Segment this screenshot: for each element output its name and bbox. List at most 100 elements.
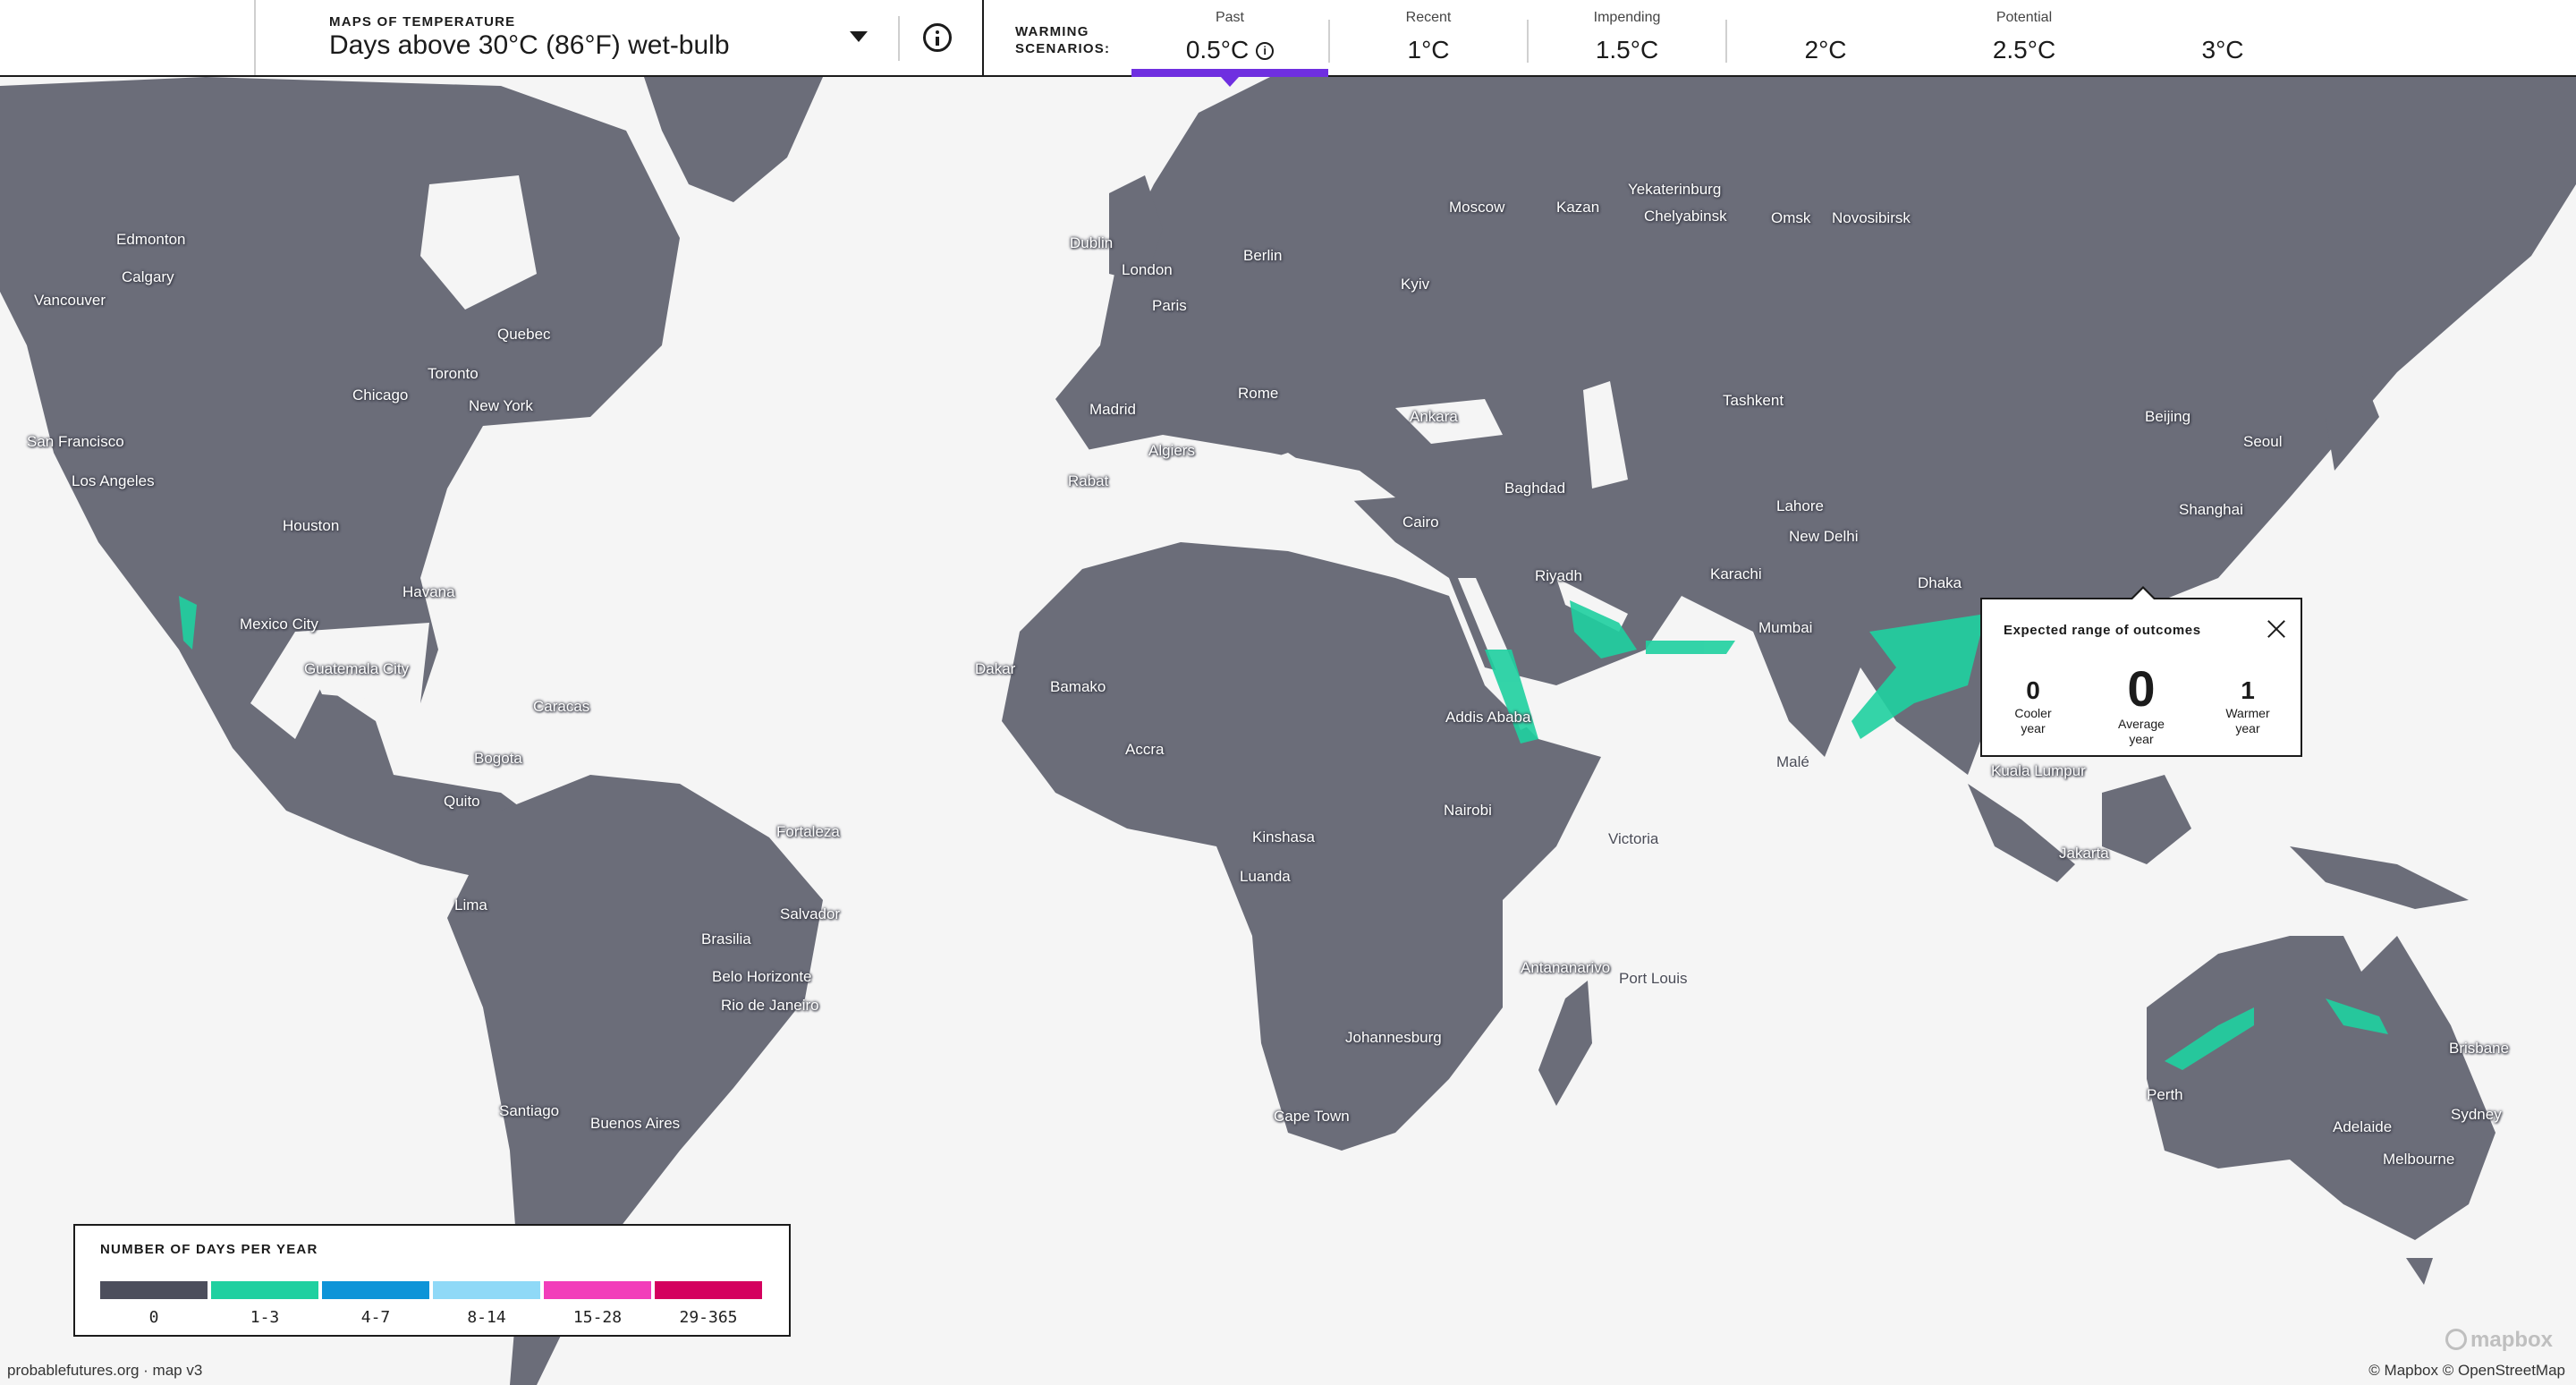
average-label-year: year xyxy=(2129,732,2154,746)
city-label: Kazan xyxy=(1556,199,1600,216)
city-label: Fortaleza xyxy=(776,823,840,840)
top-bar: MAPS OF TEMPERATURE Days above 30°C (86°… xyxy=(0,0,2576,87)
popup-title: Expected range of outcomes xyxy=(2004,623,2201,638)
warming-label-line1: WARMING xyxy=(1015,24,1089,39)
city-label: Quito xyxy=(444,793,480,810)
header-spacer xyxy=(0,0,256,75)
city-label: Los Angeles xyxy=(72,472,155,489)
legend-label: 29-365 xyxy=(679,1308,738,1327)
city-label: Luanda xyxy=(1240,868,1291,885)
land-new-guinea xyxy=(2290,846,2469,909)
city-label: Rabat xyxy=(1068,472,1109,489)
mapbox-logo[interactable]: mapbox xyxy=(2445,1328,2553,1353)
header-separator xyxy=(982,0,984,75)
legend-swatch xyxy=(655,1281,762,1299)
legend-swatch xyxy=(544,1281,651,1299)
city-label: Houston xyxy=(283,517,340,534)
scenario-tab-2-5[interactable]: Potential 2.5°C xyxy=(1926,0,2123,75)
mapbox-icon xyxy=(2445,1329,2467,1350)
scenario-value: 1.5°C xyxy=(1595,36,1659,64)
scenario-tab-3[interactable]: 3°C xyxy=(2124,0,2321,75)
legend-swatch xyxy=(100,1281,208,1299)
warming-label-line2: SCENARIOS: xyxy=(1015,41,1111,56)
city-label: Nairobi xyxy=(1444,802,1492,819)
city-label: Port Louis xyxy=(1619,970,1688,987)
band-pakistan-coast xyxy=(1646,641,1735,654)
city-label: Edmonton xyxy=(116,231,186,248)
city-label: London xyxy=(1122,261,1173,278)
city-label: Cairo xyxy=(1402,514,1439,531)
warmer-label: Warmer xyxy=(2225,706,2270,720)
map-title: Days above 30°C (86°F) wet-bulb xyxy=(329,30,730,60)
city-label: Lima xyxy=(454,896,487,913)
city-label: Belo Horizonte xyxy=(712,968,812,985)
city-label: Yekaterinburg xyxy=(1628,181,1722,198)
chevron-down-icon[interactable] xyxy=(850,31,868,42)
map-attribution[interactable]: © Mapbox © OpenStreetMap xyxy=(2368,1362,2565,1380)
average-value: 0 xyxy=(2127,660,2156,717)
city-label: Riyadh xyxy=(1535,567,1582,584)
scenario-tab-1[interactable]: Recent 1°C xyxy=(1330,0,1527,75)
city-label: Havana xyxy=(402,583,455,600)
city-label: Shanghai xyxy=(2179,501,2243,518)
mapbox-logo-text: mapbox xyxy=(2470,1328,2554,1352)
city-label: Novosibirsk xyxy=(1832,209,1911,226)
cooler-label: Cooler xyxy=(2014,706,2052,720)
land-sumatra xyxy=(1968,784,2075,882)
city-label: Moscow xyxy=(1449,199,1505,216)
map-category-label: MAPS OF TEMPERATURE xyxy=(329,14,516,30)
scenario-value: 1°C xyxy=(1407,36,1450,64)
city-label: Paris xyxy=(1152,297,1187,314)
city-label: Rome xyxy=(1238,385,1279,402)
map-selector-dropdown[interactable]: MAPS OF TEMPERATURE Days above 30°C (86°… xyxy=(256,0,900,75)
info-icon[interactable]: i xyxy=(1256,42,1275,60)
city-label: Tashkent xyxy=(1723,392,1784,409)
city-label: Melbourne xyxy=(2383,1151,2455,1168)
city-label: Guatemala City xyxy=(304,660,410,677)
city-label: Dakar xyxy=(975,660,1016,677)
city-label: Buenos Aires xyxy=(590,1115,681,1132)
scenario-tab-2[interactable]: 2°C xyxy=(1727,0,1924,75)
warmer-value: 1 xyxy=(2241,676,2255,704)
scenario-category: Past xyxy=(1215,10,1244,25)
city-label: Kinshasa xyxy=(1252,828,1315,845)
land-australia xyxy=(2147,936,2496,1240)
scenario-tab-0-5[interactable]: Past 0.5°C i xyxy=(1131,0,1328,87)
city-label: Cape Town xyxy=(1274,1108,1350,1125)
outcome-range-popup: Expected range of outcomes 0 Cooler year… xyxy=(1980,586,2302,757)
legend-label: 15-28 xyxy=(572,1308,623,1327)
info-icon[interactable] xyxy=(923,23,952,52)
legend-label: 4-7 xyxy=(360,1308,391,1327)
close-icon[interactable] xyxy=(2265,617,2288,641)
scenario-value: 2.5°C xyxy=(1992,36,2056,64)
city-label: San Francisco xyxy=(27,433,124,450)
legend-swatch xyxy=(322,1281,429,1299)
city-label: Madrid xyxy=(1089,401,1136,418)
city-label: Johannesburg xyxy=(1345,1029,1442,1046)
legend-label: 8-14 xyxy=(467,1308,506,1327)
land-tasmania xyxy=(2406,1258,2433,1285)
legend-title: NUMBER OF DAYS PER YEAR xyxy=(100,1242,318,1257)
city-label: Adelaide xyxy=(2333,1118,2393,1135)
city-label: Dhaka xyxy=(1918,574,1962,591)
legend-label: 0 xyxy=(148,1308,159,1327)
scenario-tab-1-5[interactable]: Impending 1.5°C xyxy=(1529,0,1725,75)
scenario-category: Potential xyxy=(1996,10,2053,25)
land-greenland xyxy=(644,77,823,202)
city-label: Quebec xyxy=(497,326,551,343)
city-label: Caracas xyxy=(533,698,590,715)
city-label: Addis Ababa xyxy=(1445,709,1531,726)
land-madagascar xyxy=(1538,981,1592,1106)
scenario-value: 3°C xyxy=(2201,36,2244,64)
city-label: Seoul xyxy=(2243,433,2283,450)
city-label: Accra xyxy=(1125,741,1165,758)
city-label: Victoria xyxy=(1608,830,1659,847)
city-label: Jakarta xyxy=(2059,845,2109,862)
warming-scenarios-label: WARMING SCENARIOS: xyxy=(1015,23,1110,57)
header-divider xyxy=(898,16,900,61)
city-label: Bogota xyxy=(474,750,522,767)
city-label: Chicago xyxy=(352,387,409,404)
city-label: Antananarivo xyxy=(1521,959,1611,976)
scenario-value: 2°C xyxy=(1804,36,1847,64)
land-borneo xyxy=(2102,775,2191,864)
